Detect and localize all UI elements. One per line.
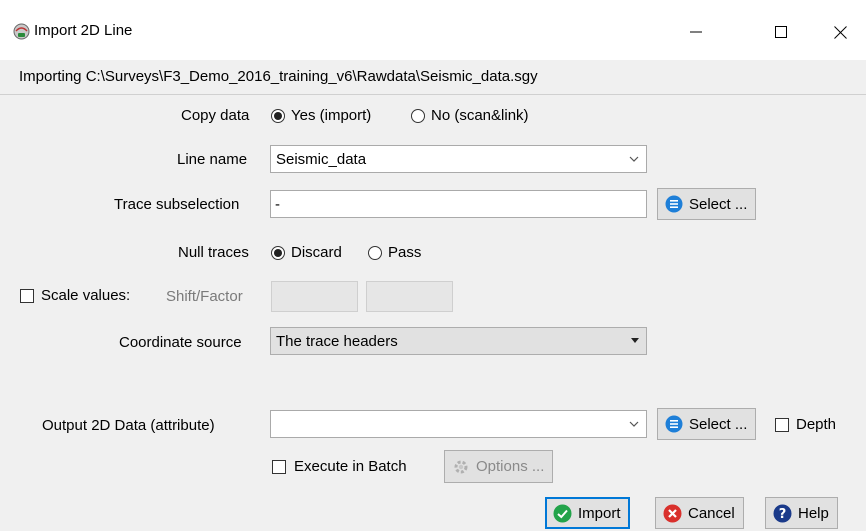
dropdown-arrow-icon xyxy=(631,338,639,343)
batch-options-button[interactable]: Options ... xyxy=(444,450,554,483)
radio-dot xyxy=(274,111,282,120)
depth-label: Depth xyxy=(796,416,837,433)
help-label: Help xyxy=(798,504,829,522)
help-question-icon: ? xyxy=(773,504,792,523)
trace-subselection-value: - xyxy=(275,196,280,213)
output-combo[interactable] xyxy=(270,410,647,438)
minimize-button[interactable] xyxy=(673,16,719,48)
gear-icon xyxy=(452,458,470,476)
minimize-icon xyxy=(690,31,702,33)
output-select-button[interactable]: Select ... xyxy=(657,408,757,440)
window-title: Import 2D Line xyxy=(34,22,133,39)
cancel-label: Cancel xyxy=(688,504,735,522)
radio-circle xyxy=(271,108,285,123)
null-traces-discard-label: Discard xyxy=(291,244,342,261)
import-button[interactable]: Import xyxy=(545,497,630,529)
import-label: Import xyxy=(578,504,621,522)
copy-data-yes-radio[interactable]: Yes (import) xyxy=(271,107,371,124)
trace-select-label: Select ... xyxy=(689,195,748,213)
list-icon xyxy=(665,195,683,213)
shift-field[interactable] xyxy=(271,281,358,312)
import-path-bar: Importing C:\Surveys\F3_Demo_2016_traini… xyxy=(0,60,866,95)
output-select-label: Select ... xyxy=(689,415,748,433)
coordinate-source-select[interactable]: The trace headers xyxy=(270,327,647,355)
null-traces-pass-label: Pass xyxy=(388,244,422,261)
title-bar: Import 2D Line xyxy=(0,0,866,60)
radio-dot xyxy=(274,248,282,257)
radio-circle xyxy=(411,108,425,123)
chevron-down-icon xyxy=(629,421,639,427)
null-traces-label: Null traces xyxy=(178,244,249,261)
depth-checkbox[interactable]: Depth xyxy=(775,416,836,433)
trace-subselection-field[interactable]: - xyxy=(270,190,647,218)
line-name-combo[interactable]: Seismic_data xyxy=(270,145,647,173)
null-traces-pass-radio[interactable]: Pass xyxy=(368,244,421,261)
chevron-down-icon xyxy=(629,156,639,162)
scale-values-label: Scale values: xyxy=(41,287,131,304)
import-path-text: Importing C:\Surveys\F3_Demo_2016_traini… xyxy=(19,68,538,85)
copy-data-no-radio[interactable]: No (scan&link) xyxy=(411,107,529,124)
coordinate-source-label: Coordinate source xyxy=(119,334,242,351)
scale-values-checkbox[interactable]: Scale values: xyxy=(20,287,130,304)
radio-circle xyxy=(271,245,285,260)
close-icon xyxy=(833,25,847,39)
factor-field[interactable] xyxy=(366,281,453,312)
maximize-icon xyxy=(775,26,787,38)
checkbox-box xyxy=(775,417,789,432)
copy-data-yes-label: Yes (import) xyxy=(291,107,372,124)
line-name-value: Seismic_data xyxy=(276,151,367,168)
radio-circle xyxy=(368,245,382,260)
coordinate-source-value: The trace headers xyxy=(276,333,398,350)
batch-options-label: Options ... xyxy=(476,458,545,475)
help-button[interactable]: ? Help xyxy=(765,497,838,529)
trace-select-button[interactable]: Select ... xyxy=(657,188,757,220)
checkbox-box xyxy=(272,459,286,474)
output-label: Output 2D Data (attribute) xyxy=(42,417,215,434)
line-name-label: Line name xyxy=(177,151,248,168)
cancel-button[interactable]: Cancel xyxy=(655,497,744,529)
svg-text:?: ? xyxy=(779,507,787,522)
maximize-button[interactable] xyxy=(758,16,804,48)
cancel-x-icon xyxy=(663,504,682,523)
copy-data-label: Copy data xyxy=(181,107,250,124)
app-icon xyxy=(13,23,30,40)
trace-subselection-label: Trace subselection xyxy=(114,196,240,213)
shift-factor-label: Shift/Factor xyxy=(166,288,243,305)
execute-batch-label: Execute in Batch xyxy=(294,458,407,475)
copy-data-no-label: No (scan&link) xyxy=(431,107,529,124)
null-traces-discard-radio[interactable]: Discard xyxy=(271,244,342,261)
checkbox-box xyxy=(20,288,34,303)
list-icon xyxy=(665,415,683,433)
checkmark-icon xyxy=(553,504,572,523)
close-button[interactable] xyxy=(817,16,863,48)
execute-batch-checkbox[interactable]: Execute in Batch xyxy=(272,458,407,475)
